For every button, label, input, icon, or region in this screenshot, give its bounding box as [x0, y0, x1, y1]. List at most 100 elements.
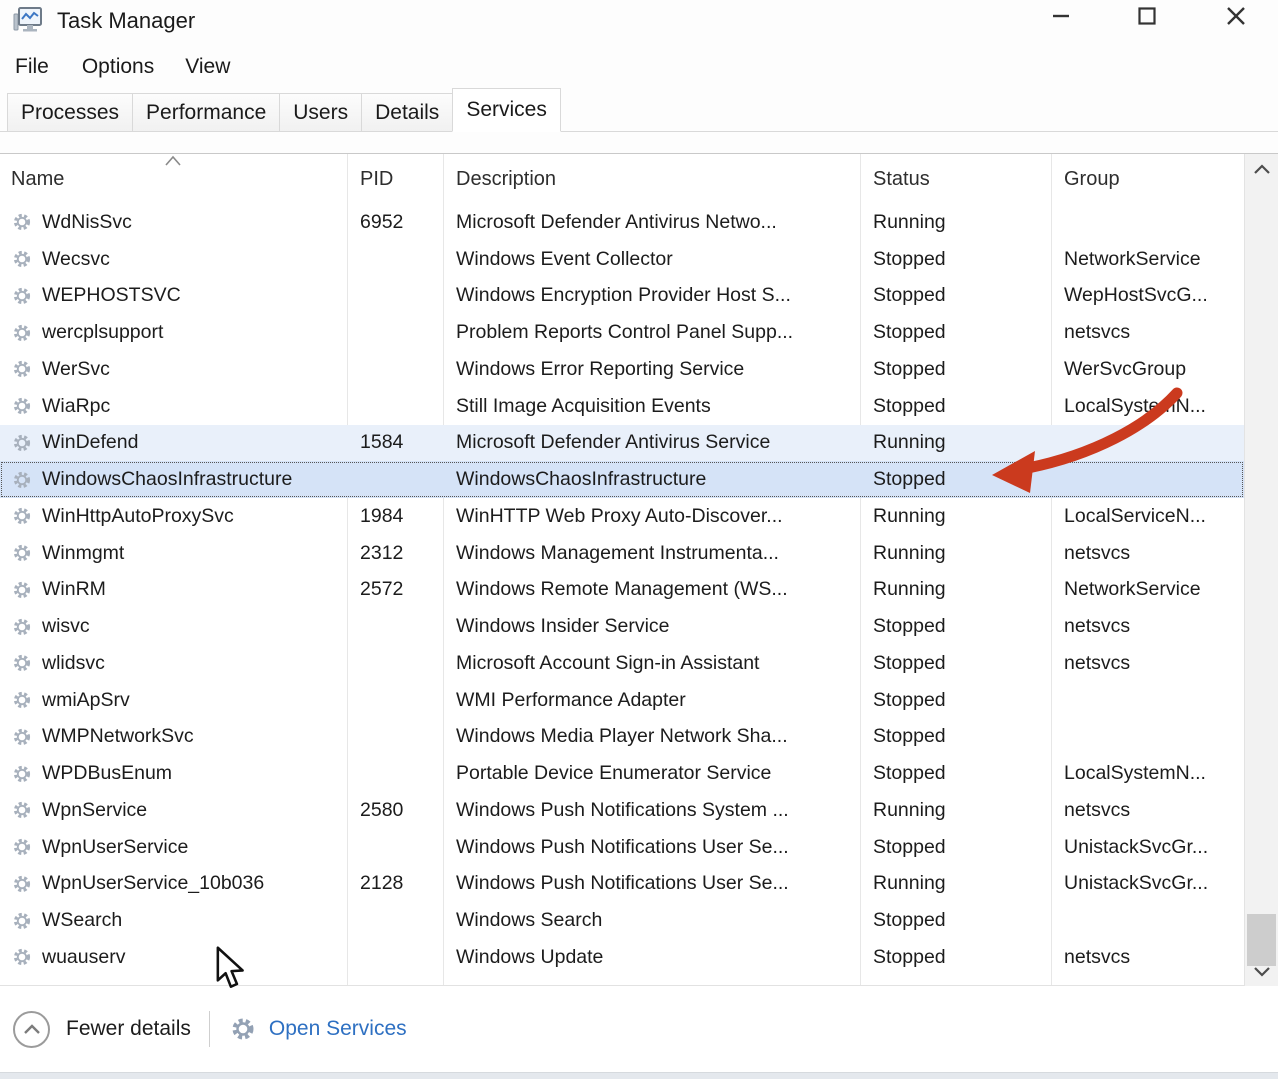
- table-row[interactable]: WiaRpcStill Image Acquisition EventsStop…: [0, 388, 1244, 425]
- fewer-details-button[interactable]: [13, 1011, 50, 1048]
- service-group: netsvcs: [1051, 608, 1244, 645]
- table-row[interactable]: wercplsupportProblem Reports Control Pan…: [0, 314, 1244, 351]
- column-header-status[interactable]: Status: [860, 168, 1051, 191]
- service-status-text: Running: [873, 542, 946, 565]
- service-description-text: Microsoft Defender Antivirus Netwo...: [456, 211, 777, 234]
- service-status-text: Stopped: [873, 284, 946, 307]
- service-group: netsvcs: [1051, 645, 1244, 682]
- service-pid-text: 2128: [360, 872, 403, 895]
- service-group: [1051, 902, 1244, 939]
- scroll-down-button[interactable]: [1245, 956, 1278, 986]
- scroll-up-button[interactable]: [1245, 154, 1278, 184]
- service-name-text: wmiApSrv: [42, 689, 130, 712]
- service-name-text: wisvc: [42, 615, 90, 638]
- service-description-text: Windows Management Instrumenta...: [456, 542, 779, 565]
- table-row[interactable]: WSearchWindows SearchStopped: [0, 902, 1244, 939]
- table-row[interactable]: WinRM2572Windows Remote Management (WS..…: [0, 572, 1244, 609]
- table-row[interactable]: WinDefend1584Microsoft Defender Antiviru…: [0, 425, 1244, 462]
- service-description: Still Image Acquisition Events: [443, 388, 860, 425]
- table-row[interactable]: WindowsChaosInfrastructureWindowsChaosIn…: [0, 461, 1244, 498]
- service-status: Stopped: [860, 645, 1051, 682]
- table-row[interactable]: WinHttpAutoProxySvc1984WinHTTP Web Proxy…: [0, 498, 1244, 535]
- menu-bar: File Options View: [0, 45, 1278, 88]
- menu-file[interactable]: File: [13, 51, 51, 83]
- close-button[interactable]: [1213, 0, 1259, 32]
- service-description-text: Windows Encryption Provider Host S...: [456, 284, 791, 307]
- service-description: Windows Search: [443, 902, 860, 939]
- tab-performance[interactable]: Performance: [132, 93, 280, 131]
- table-row[interactable]: WMPNetworkSvcWindows Media Player Networ…: [0, 719, 1244, 756]
- table-row[interactable]: WpnUserService_10b0362128Windows Push No…: [0, 866, 1244, 903]
- service-description-text: Windows Insider Service: [456, 615, 670, 638]
- service-status-text: Stopped: [873, 946, 946, 969]
- service-gear-icon: [12, 580, 32, 600]
- service-status: Stopped: [860, 829, 1051, 866]
- table-row[interactable]: WerSvcWindows Error Reporting ServiceSto…: [0, 351, 1244, 388]
- minimize-button[interactable]: [1038, 0, 1084, 32]
- service-status: Stopped: [860, 755, 1051, 792]
- service-group: netsvcs: [1051, 792, 1244, 829]
- service-status: Stopped: [860, 314, 1051, 351]
- tab-users[interactable]: Users: [279, 93, 362, 131]
- service-name-text: WPDBusEnum: [42, 762, 172, 785]
- menu-options[interactable]: Options: [80, 51, 156, 83]
- table-row[interactable]: WpnService2580Windows Push Notifications…: [0, 792, 1244, 829]
- title-bar: Task Manager: [0, 0, 1278, 45]
- table-row[interactable]: wlidsvcMicrosoft Account Sign-in Assista…: [0, 645, 1244, 682]
- service-description: WindowsChaosInfrastructure: [443, 461, 860, 498]
- column-header-group[interactable]: Group: [1051, 168, 1244, 191]
- service-gear-icon: [12, 249, 32, 269]
- table-row[interactable]: wuauservWindows UpdateStoppednetsvcs: [0, 939, 1244, 976]
- open-services-link[interactable]: Open Services: [269, 1017, 407, 1041]
- service-pid: 1984: [347, 498, 443, 535]
- service-pid: 2128: [347, 866, 443, 903]
- service-name-text: WinHttpAutoProxySvc: [42, 505, 234, 528]
- tab-details[interactable]: Details: [361, 93, 453, 131]
- table-row[interactable]: WEPHOSTSVCWindows Encryption Provider Ho…: [0, 278, 1244, 315]
- service-description-text: Windows Update: [456, 946, 603, 969]
- service-pid: [347, 755, 443, 792]
- table-row[interactable]: Winmgmt2312Windows Management Instrument…: [0, 535, 1244, 572]
- column-header-description[interactable]: Description: [443, 168, 860, 191]
- service-description-text: Windows Push Notifications User Se...: [456, 836, 789, 859]
- service-group-text: netsvcs: [1064, 946, 1130, 969]
- table-row[interactable]: WdNisSvc6952Microsoft Defender Antivirus…: [0, 204, 1244, 241]
- vertical-scrollbar[interactable]: [1244, 154, 1278, 986]
- service-pid: [347, 645, 443, 682]
- services-list: Name PID Description Status Group WdNisS…: [0, 153, 1278, 985]
- service-description: Windows Insider Service: [443, 608, 860, 645]
- service-pid: [347, 351, 443, 388]
- service-status: Stopped: [860, 719, 1051, 756]
- fewer-details-label[interactable]: Fewer details: [66, 1017, 191, 1041]
- service-pid: [347, 241, 443, 278]
- service-gear-icon: [12, 874, 32, 894]
- maximize-button[interactable]: [1124, 0, 1170, 32]
- chevron-up-circle-icon: [23, 1023, 41, 1035]
- service-name: WdNisSvc: [0, 204, 347, 241]
- service-group-text: UnistackSvcGr...: [1064, 872, 1208, 895]
- column-header-name[interactable]: Name: [0, 168, 347, 191]
- service-group: LocalSystemN...: [1051, 755, 1244, 792]
- menu-view[interactable]: View: [183, 51, 232, 83]
- service-status-text: Stopped: [873, 468, 946, 491]
- service-pid: 2572: [347, 572, 443, 609]
- table-row[interactable]: WecsvcWindows Event CollectorStoppedNetw…: [0, 241, 1244, 278]
- tab-processes[interactable]: Processes: [7, 93, 133, 131]
- column-header-pid[interactable]: PID: [347, 168, 443, 191]
- service-description-text: Windows Push Notifications User Se...: [456, 872, 789, 895]
- service-name-text: Winmgmt: [42, 542, 124, 565]
- service-gear-icon: [12, 470, 32, 490]
- task-manager-window: Task Manager File Options View Processes…: [0, 0, 1278, 1079]
- table-row[interactable]: wisvcWindows Insider ServiceStoppednetsv…: [0, 608, 1244, 645]
- service-group: netsvcs: [1051, 314, 1244, 351]
- service-status-text: Stopped: [873, 762, 946, 785]
- service-pid: [347, 608, 443, 645]
- table-row[interactable]: wmiApSrvWMI Performance AdapterStopped: [0, 682, 1244, 719]
- service-name: WerSvc: [0, 351, 347, 388]
- service-group-text: LocalServiceN...: [1064, 505, 1206, 528]
- table-row[interactable]: WpnUserServiceWindows Push Notifications…: [0, 829, 1244, 866]
- tab-services[interactable]: Services: [452, 88, 561, 132]
- service-group-text: netsvcs: [1064, 799, 1130, 822]
- table-row[interactable]: WPDBusEnumPortable Device Enumerator Ser…: [0, 755, 1244, 792]
- service-description: Problem Reports Control Panel Supp...: [443, 314, 860, 351]
